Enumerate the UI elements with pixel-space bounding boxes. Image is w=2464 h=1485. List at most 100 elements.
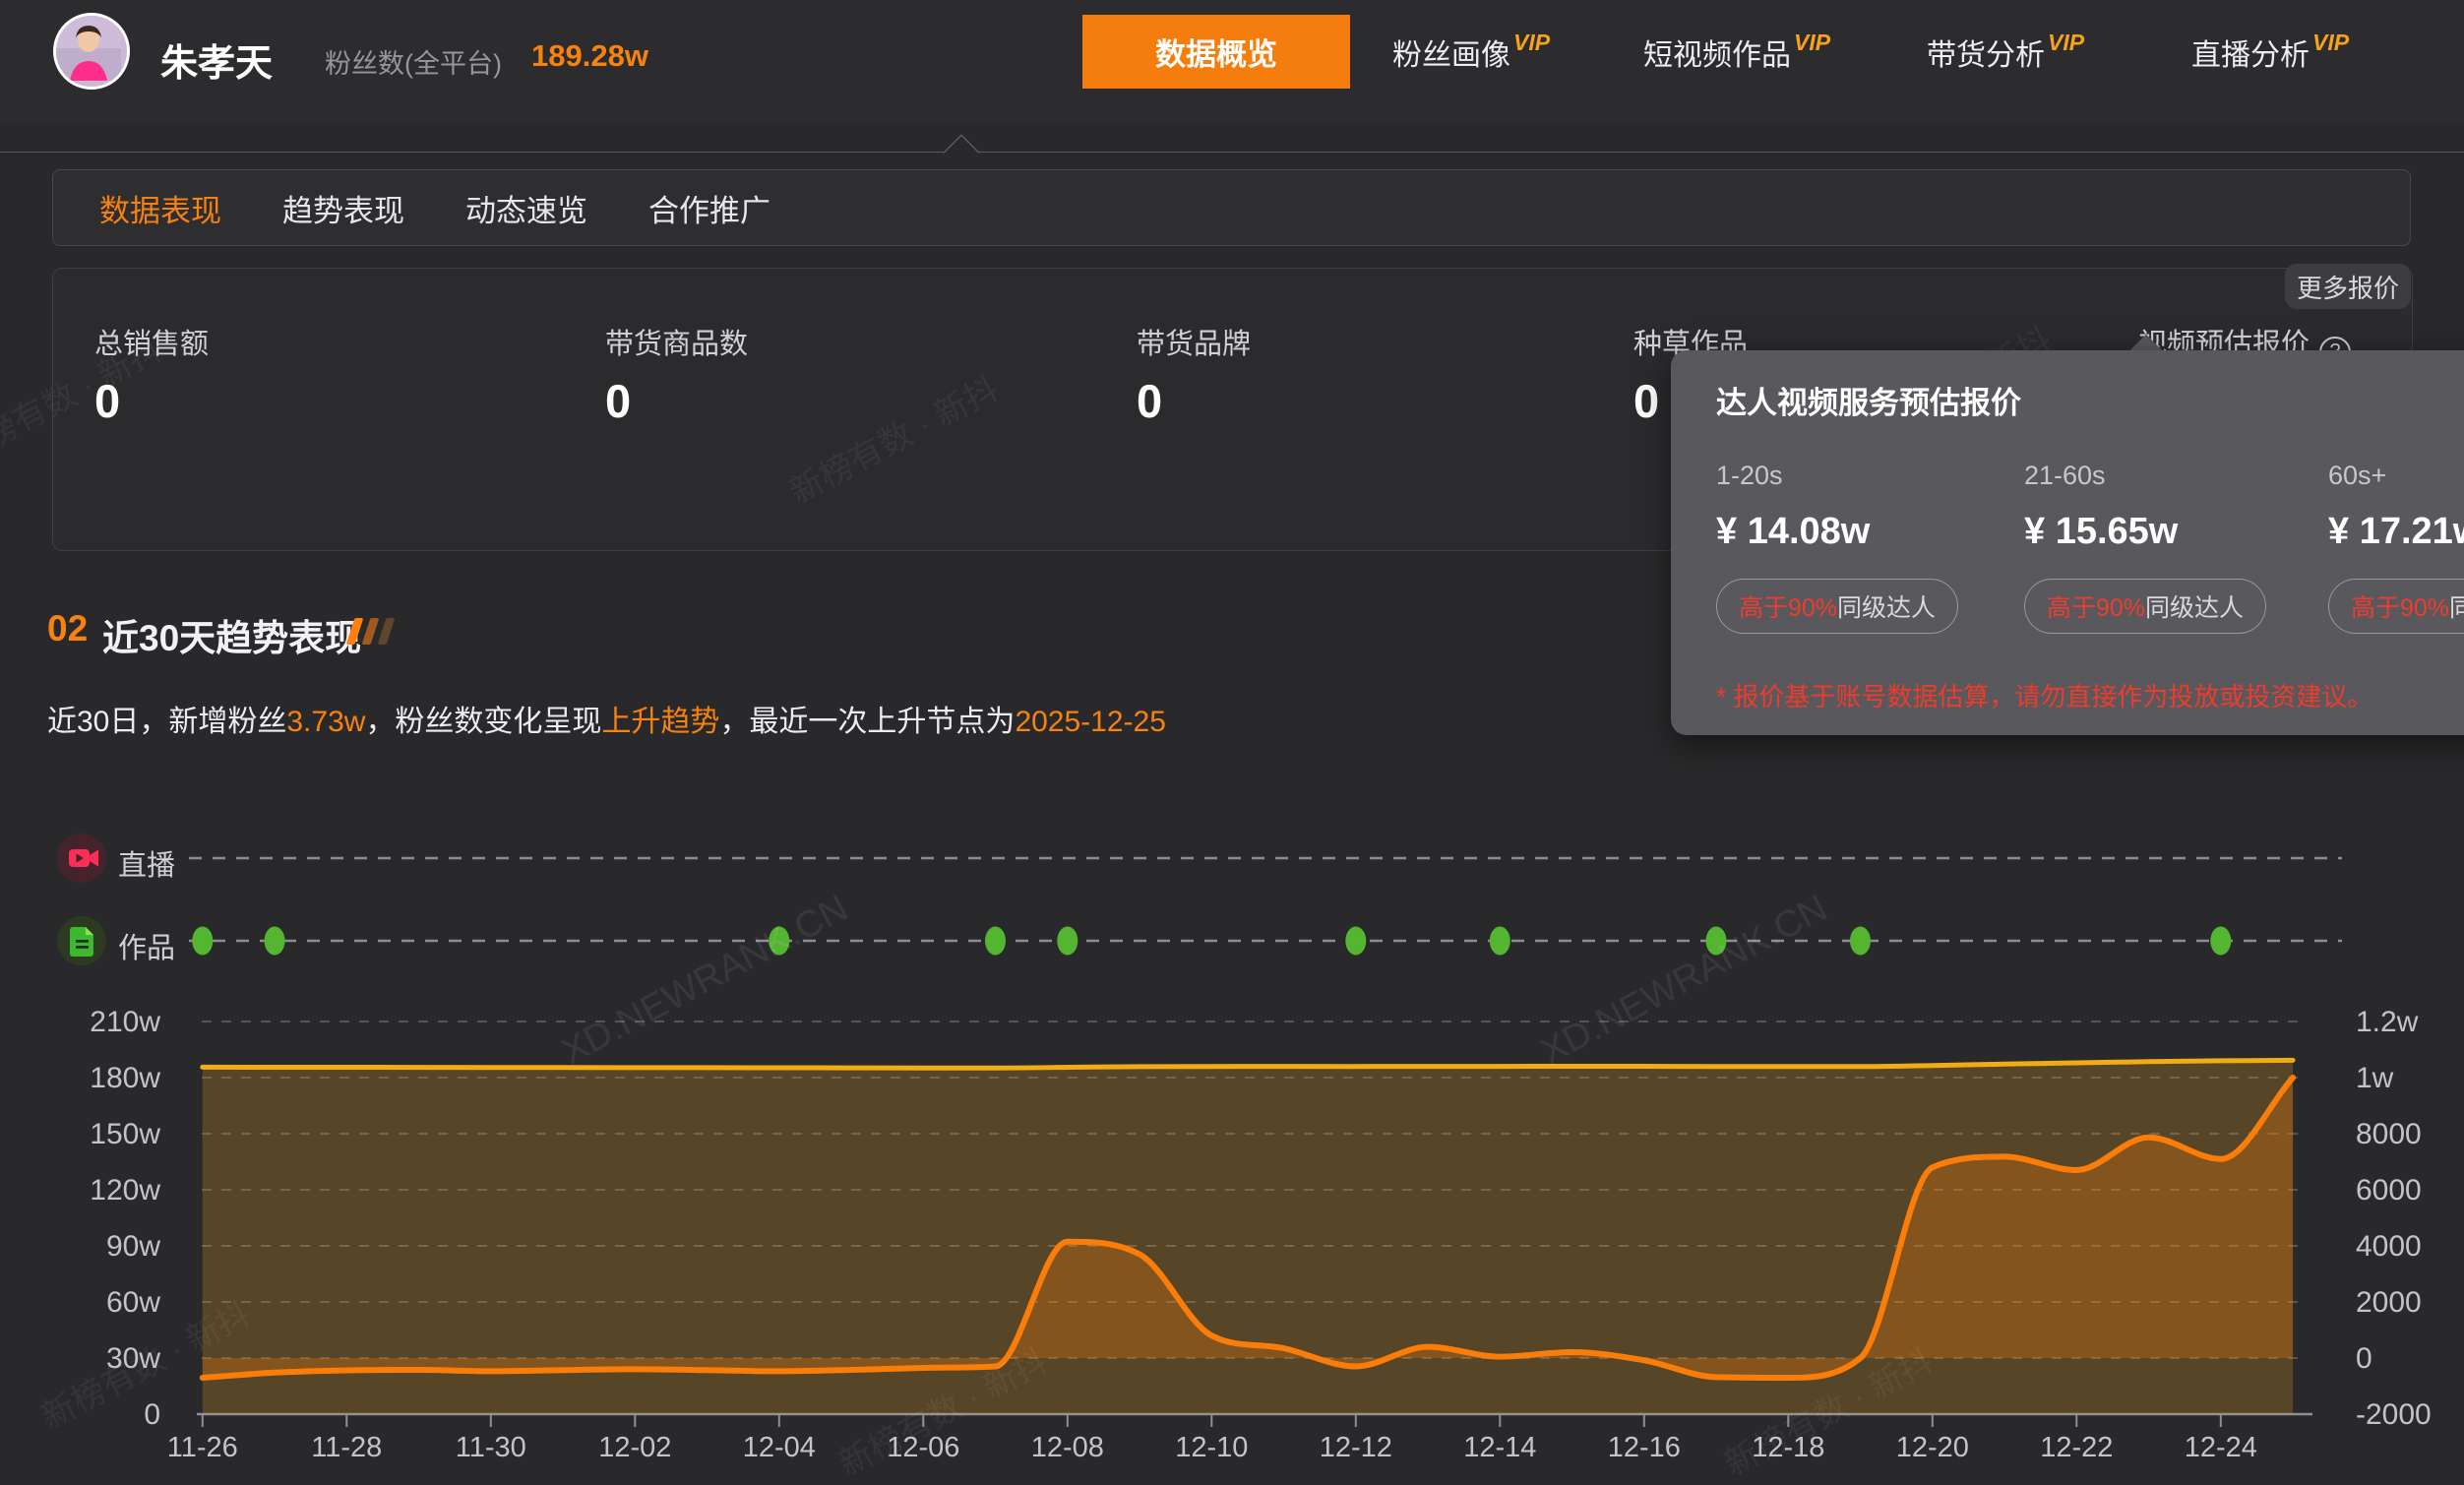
left-axis-label: 180w [90,1062,160,1094]
tier-duration: 21-60s [2024,461,2319,491]
header-divider [0,152,2464,153]
x-axis-label: 12-10 [1175,1432,1248,1463]
works-post-dot[interactable] [1706,927,1727,956]
works-legend-label: 作品 [118,925,175,966]
tab-short-video-works[interactable]: 短视频作品VIP [1643,15,1830,89]
x-axis-label: 11-30 [456,1432,526,1463]
fans-count-value: 189.28w [531,38,648,74]
stat-brand-count-value: 0 [1137,374,1162,428]
vip-badge: VIP [1513,30,1550,56]
subtab-activity-overview[interactable]: 动态速览 [465,186,587,230]
vip-badge: VIP [1794,30,1830,56]
works-icon [57,916,106,965]
stat-total-sales-label: 总销售额 [94,321,209,362]
top-header: 朱孝天 粉丝数(全平台) 189.28w 数据概览 粉丝画像VIP 短视频作品V… [0,0,2464,123]
watermark: 新榜有数 · 新抖 [1714,1334,1940,1485]
right-axis-label: 8000 [2356,1118,2422,1150]
x-axis-label: 12-16 [1608,1432,1681,1463]
x-axis-label: 12-12 [1320,1432,1392,1463]
tier-rank-badge: 高于90%同级达人 [1716,579,1958,634]
stat-product-count-label: 带货商品数 [605,321,748,362]
subtab-bar: 数据表现 趋势表现 动态速览 合作推广 [52,169,2411,246]
tab-data-overview[interactable]: 数据概览 [1082,15,1350,89]
watermark: XD.NEWRANK.CN [1534,888,1834,1075]
quote-tier: 21-60s ¥ 15.65w 高于90%同级达人 [2024,461,2319,634]
x-axis-label: 11-28 [311,1432,382,1463]
watermark: XD.NEWRANK.CN [555,888,855,1075]
left-axis-label: 90w [106,1230,160,1263]
fans-line [203,1060,2293,1068]
tier-duration: 60s+ [2328,461,2464,491]
divider-caret [944,135,980,171]
subtab-data-performance[interactable]: 数据表现 [99,186,221,230]
left-axis-label: 120w [90,1174,160,1207]
left-axis-label: 30w [106,1342,160,1375]
x-axis-label: 12-14 [1463,1432,1536,1463]
avatar[interactable] [53,13,130,90]
right-axis-label: -2000 [2356,1398,2432,1431]
watermark: 新榜有数 · 新抖 [31,1287,258,1438]
subtab-cooperation-promo[interactable]: 合作推广 [648,186,770,230]
tab-fans-portrait[interactable]: 粉丝画像VIP [1392,15,1550,89]
fans-area-fill [203,1060,2293,1414]
tier-duration: 1-20s [1716,461,2011,491]
delta-line [203,1078,2293,1378]
tier-price: ¥ 15.65w [2024,511,2319,553]
x-axis-label: 12-18 [1752,1432,1824,1463]
watermark: 新榜有数 · 新抖 [829,1334,1055,1485]
stat-total-sales-value: 0 [94,374,120,428]
section-marks-icon [350,618,391,645]
works-post-dot[interactable] [1490,927,1510,956]
x-axis-label: 12-04 [743,1432,816,1463]
trend-summary: 近30日，新增粉丝3.73w，粉丝数变化呈现上升趋势，最近一次上升节点为2025… [47,697,1166,740]
more-quotes-button[interactable]: 更多报价 [2285,264,2411,309]
trend-direction: 上升趋势 [601,706,719,738]
x-axis-label: 12-22 [2040,1432,2113,1463]
tooltip-title: 达人视频服务预估报价 [1716,378,2021,422]
right-axis-label: 1w [2356,1062,2394,1094]
rise-date: 2025-12-25 [1015,706,1165,738]
live-icon [57,834,106,883]
tier-price: ¥ 17.21w [2328,511,2464,553]
tab-ecommerce-analysis[interactable]: 带货分析VIP [1927,15,2084,89]
works-post-dot[interactable] [1345,927,1366,956]
x-axis-label: 12-24 [2185,1432,2257,1463]
right-axis-label: 0 [2356,1342,2372,1375]
quote-tier: 60s+ ¥ 17.21w 高于90%同级达人 [2328,461,2464,634]
section-number: 02 [47,608,88,650]
tab-live-analysis[interactable]: 直播分析VIP [2191,15,2349,89]
new-fans-value: 3.73w [286,706,365,738]
live-legend-label: 直播 [118,842,175,884]
stat-seeding-works-value: 0 [1633,374,1659,428]
x-axis-label: 12-02 [598,1432,671,1463]
stat-product-count-value: 0 [605,374,631,428]
right-axis-label: 6000 [2356,1174,2422,1207]
subtab-trend-performance[interactable]: 趋势表现 [282,186,404,230]
works-post-dot[interactable] [192,927,213,956]
quote-tooltip: 达人视频服务预估报价 1-20s ¥ 14.08w 高于90%同级达人 21-6… [1671,350,2464,735]
tier-price: ¥ 14.08w [1716,511,2011,553]
avatar-image [56,16,121,81]
x-axis-label: 11-26 [167,1432,238,1463]
works-post-dot[interactable] [769,927,789,956]
works-post-dot[interactable] [265,927,285,956]
x-axis-label: 12-06 [887,1432,959,1463]
tier-rank-badge: 高于90%同级达人 [2024,579,2266,634]
left-axis-label: 150w [90,1118,160,1150]
works-post-dot[interactable] [1850,927,1871,956]
quote-tier: 1-20s ¥ 14.08w 高于90%同级达人 [1716,461,2011,634]
right-axis-label: 2000 [2356,1286,2422,1319]
works-post-dot[interactable] [985,927,1006,956]
vip-badge: VIP [2048,30,2084,56]
x-axis-label: 12-08 [1031,1432,1104,1463]
right-axis-label: 1.2w [2356,1006,2419,1038]
x-axis-label: 12-20 [1896,1432,1969,1463]
stat-brand-count-label: 带货品牌 [1137,321,1251,362]
vip-badge: VIP [2312,30,2349,56]
fans-count-label: 粉丝数(全平台) [325,42,502,81]
left-axis-label: 0 [144,1398,160,1431]
right-axis-label: 4000 [2356,1230,2422,1263]
works-post-dot[interactable] [2210,927,2231,956]
delta-area-fill [203,1078,2293,1378]
works-post-dot[interactable] [1057,927,1078,956]
